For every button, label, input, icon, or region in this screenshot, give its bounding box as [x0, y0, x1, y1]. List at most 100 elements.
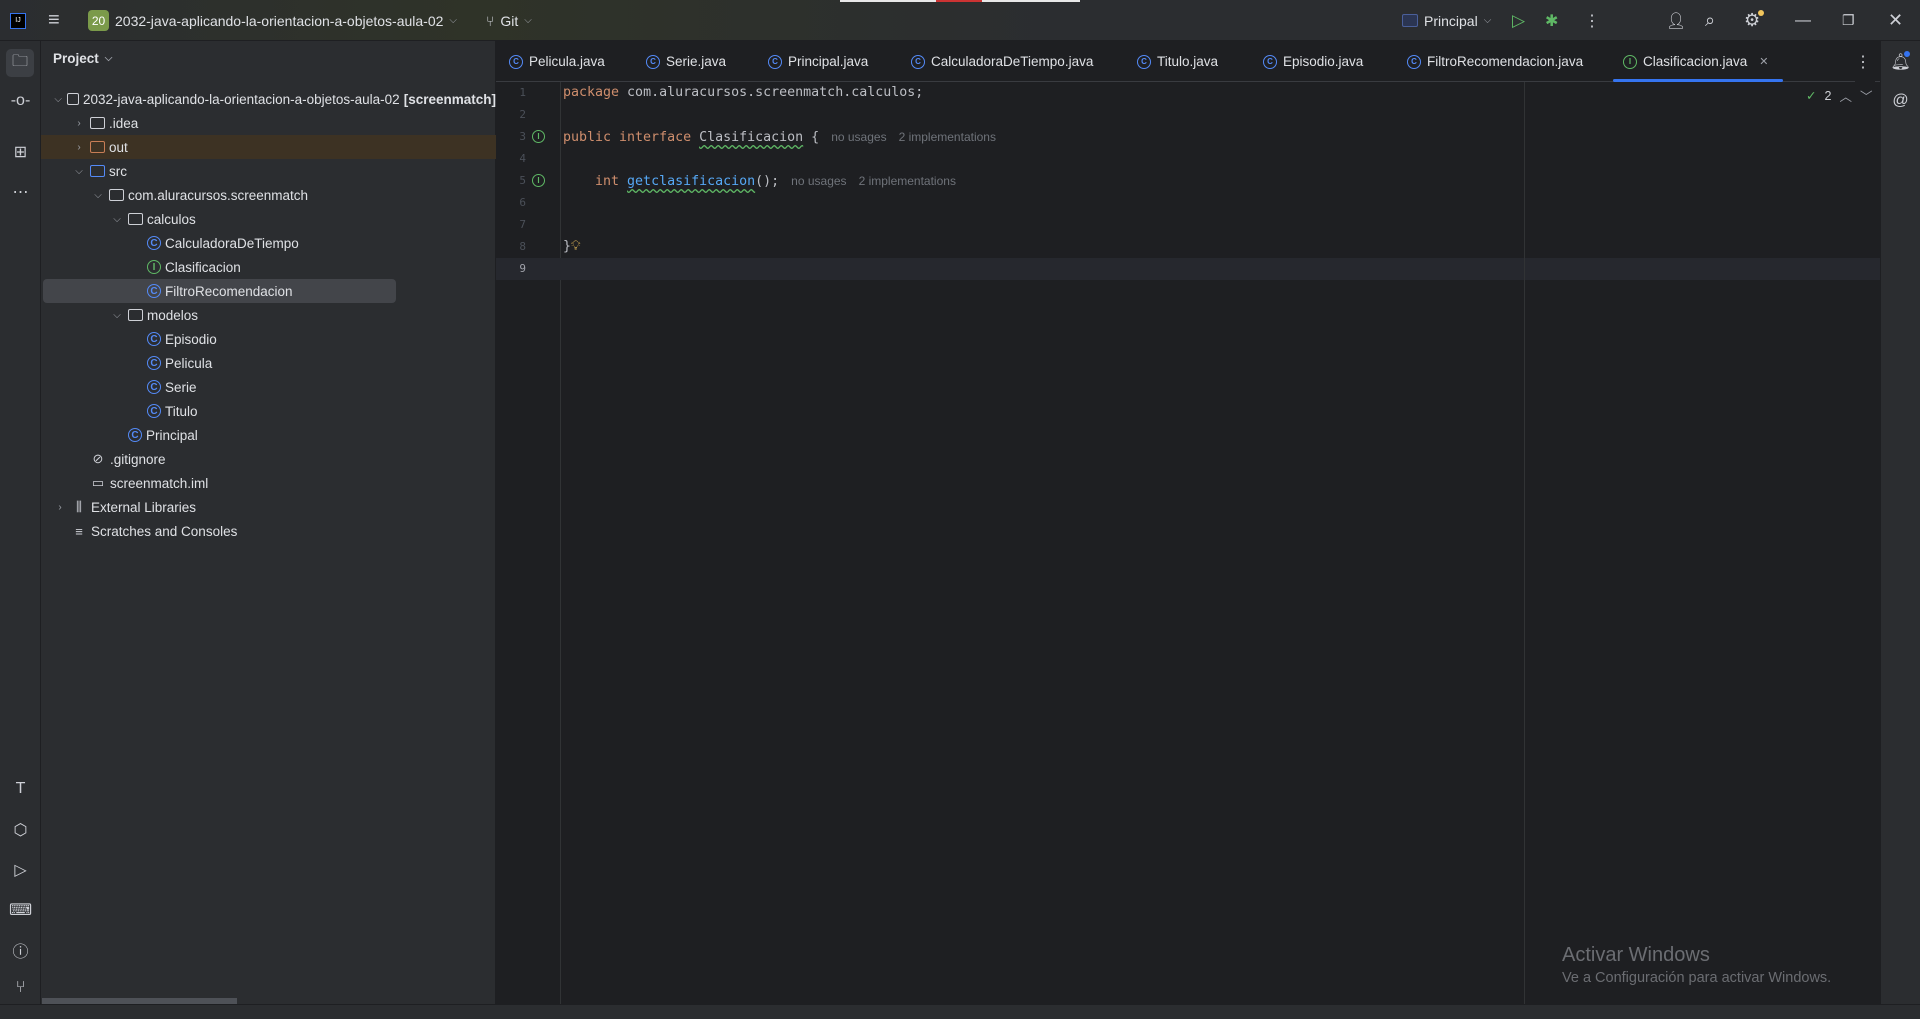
implemented-gutter-icon[interactable]: I: [532, 174, 545, 187]
tree-item[interactable]: ⌵ calculos: [41, 207, 496, 231]
more-actions-icon[interactable]: ⋮: [1584, 0, 1600, 41]
restore-icon[interactable]: ❐: [1842, 0, 1855, 41]
code-line-5: int getclasificacion(); no usages 2 implem…: [563, 174, 956, 189]
tab-label: FiltroRecomendacion.java: [1427, 54, 1584, 69]
main-menu-icon[interactable]: ≡: [48, 0, 60, 41]
run-icon[interactable]: ▷: [1512, 0, 1525, 41]
chevron-down-icon[interactable]: ⌵: [110, 214, 124, 225]
project-panel-header[interactable]: Project ⌵: [53, 51, 112, 66]
settings-gear-icon[interactable]: ⚙: [1744, 0, 1764, 41]
code-editor[interactable]: 1 2 3 4 5 6 7 8 9 package com.aluracursos.screen…: [496, 82, 1880, 1004]
folder-icon: [90, 117, 105, 129]
add-user-icon[interactable]: 👤︎: [1666, 0, 1686, 41]
chevron-right-icon[interactable]: ›: [53, 502, 67, 513]
tab-episodio[interactable]: C Episodio.java: [1263, 41, 1363, 82]
tree-item[interactable]: › .idea: [41, 111, 496, 135]
tree-item[interactable]: ▭ screenmatch.iml: [41, 471, 496, 495]
commit-icon[interactable]: -o-: [8, 88, 33, 113]
implementations-hint[interactable]: 2 implementations: [859, 174, 956, 188]
problems-icon[interactable]: ⓘ: [8, 937, 33, 962]
editor-tabs: C Pelicula.java C Serie.java C Principal.java…: [496, 41, 1880, 82]
minimize-icon[interactable]: —: [1795, 0, 1811, 41]
tab-principal[interactable]: C Principal.java: [768, 41, 868, 82]
tree-item[interactable]: C Episodio: [41, 327, 496, 351]
code-line-3: public interface Clasificacion {no usage…: [563, 130, 996, 145]
chevron-right-icon[interactable]: ›: [72, 118, 86, 129]
tree-item[interactable]: C Serie: [41, 375, 496, 399]
watermark-title: Activar Windows: [1562, 944, 1710, 966]
tab-clasificacion[interactable]: I Clasificacion.java ✕: [1613, 41, 1783, 82]
tree-item[interactable]: C Titulo: [41, 399, 496, 423]
close-tab-icon[interactable]: ✕: [1759, 55, 1768, 68]
tree-item[interactable]: ⌵ modelos: [41, 303, 496, 327]
tab-titulo[interactable]: C Titulo.java: [1137, 41, 1218, 82]
tree-item[interactable]: ⌵ 2032-java-aplicando-la-orientacion-a-ob…: [41, 87, 496, 111]
line-number: 1: [519, 86, 526, 99]
tree-item[interactable]: › ⫼ External Libraries: [41, 495, 496, 519]
tree-item[interactable]: I Clasificacion: [41, 255, 496, 279]
next-highlight-icon[interactable]: ﹀: [1860, 86, 1873, 105]
ai-assistant-icon[interactable]: @: [1888, 88, 1913, 113]
structure-icon[interactable]: ⊞: [8, 139, 33, 164]
check-icon: ✓: [1806, 89, 1817, 103]
inspections-widget[interactable]: ✓ 2 ︿ ﹀: [1806, 86, 1872, 105]
vcs-widget[interactable]: ⑂ Git ⌵: [486, 0, 532, 41]
notifications-bell-icon[interactable]: 🔔︎: [1888, 49, 1913, 74]
branch-icon: ⑂: [486, 12, 495, 29]
class-icon: C: [646, 54, 660, 69]
app-logo-icon[interactable]: IJ: [10, 0, 26, 41]
chevron-right-icon[interactable]: ›: [72, 142, 86, 153]
debug-bug-icon[interactable]: ✱: [1545, 0, 1558, 41]
tab-label: Titulo.java: [1157, 54, 1219, 69]
project-switcher[interactable]: 20 2032-java-aplicando-la-orientacion-a-…: [88, 0, 457, 41]
tree-item[interactable]: C FiltroRecomendacion: [43, 279, 396, 303]
tree-item[interactable]: ⌵ src: [41, 159, 496, 183]
tab-pelicula[interactable]: C Pelicula.java: [509, 41, 605, 82]
tree-item-label: .idea: [109, 115, 139, 131]
module-name: [screenmatch]: [403, 91, 496, 107]
run-tool-icon[interactable]: ▷: [8, 857, 33, 882]
usages-hint[interactable]: no usages: [791, 174, 846, 188]
tab-filtrorecomendacion[interactable]: C FiltroRecomendacion.java: [1407, 41, 1583, 82]
tree-item[interactable]: C Pelicula: [41, 351, 496, 375]
usages-hint[interactable]: no usages: [831, 130, 886, 144]
tree-item[interactable]: ≡ Scratches and Consoles: [41, 519, 496, 543]
services-icon[interactable]: ⬡: [8, 817, 33, 842]
class-icon: C: [1137, 54, 1151, 69]
build-hammer-icon[interactable]: T: [8, 776, 33, 801]
tree-item-label: FiltroRecomendacion: [165, 283, 293, 299]
title-bar: IJ ≡ 20 2032-java-aplicando-la-orientaci…: [0, 0, 1920, 41]
line-number: 5: [519, 174, 526, 187]
implemented-gutter-icon[interactable]: I: [532, 130, 545, 143]
search-icon[interactable]: ⌕: [1705, 0, 1715, 41]
chevron-down-icon[interactable]: ⌵: [110, 310, 124, 321]
iml-file-icon: ▭: [91, 475, 105, 490]
implementations-hint[interactable]: 2 implementations: [899, 130, 996, 144]
run-config-selector[interactable]: Principal ⌵: [1402, 0, 1491, 41]
project-folder-icon[interactable]: 🗀: [6, 49, 34, 77]
close-window-icon[interactable]: ✕: [1888, 0, 1903, 41]
line-number: 2: [519, 108, 526, 121]
previous-highlight-icon[interactable]: ︿: [1839, 86, 1852, 105]
project-name: 2032-java-aplicando-la-orientacion-a-obj…: [115, 12, 444, 29]
chevron-down-icon[interactable]: ⌵: [53, 94, 63, 105]
lightbulb-icon[interactable]: 💡︎: [571, 239, 580, 254]
tree-item-label: 2032-java-aplicando-la-orientacion-a-obj…: [83, 91, 400, 107]
tab-serie[interactable]: C Serie.java: [646, 41, 726, 82]
excluded-folder-icon: [90, 141, 105, 153]
git-icon[interactable]: ⑂: [8, 975, 33, 1000]
code-line-1: package com.aluracursos.screenmatch.calc…: [563, 85, 924, 100]
terminal-icon[interactable]: ⌨: [8, 897, 33, 922]
chevron-down-icon[interactable]: ⌵: [72, 166, 86, 177]
chevron-down-icon[interactable]: ⌵: [91, 190, 105, 201]
tree-item[interactable]: ⌵ com.aluracursos.screenmatch: [41, 183, 496, 207]
tree-item[interactable]: › out: [41, 135, 496, 159]
tree-item[interactable]: C CalculadoraDeTiempo: [41, 231, 496, 255]
tree-item[interactable]: ⊘ .gitignore: [41, 447, 496, 471]
more-tools-icon[interactable]: ⋯: [8, 179, 33, 204]
tab-calculadoradetiempo[interactable]: C CalculadoraDeTiempo.java: [911, 41, 1093, 82]
tree-item[interactable]: C Principal: [41, 423, 496, 447]
tabs-more-icon[interactable]: ⋮: [1855, 41, 1875, 82]
tree-item-label: Serie: [165, 379, 197, 395]
left-tool-strip: 🗀 -o- ⊞ ⋯ T ⬡ ▷ ⌨ ⓘ ⑂: [0, 41, 41, 1004]
